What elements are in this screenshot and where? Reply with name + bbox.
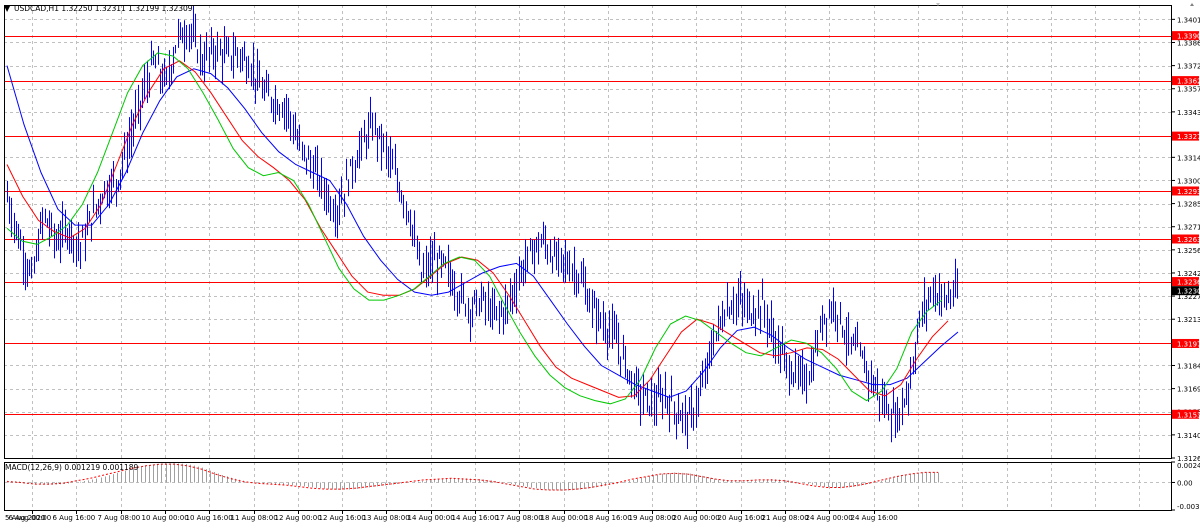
time-tick-label: 7 Aug 08:00 xyxy=(98,514,141,522)
price-tick-label: 1.32855 xyxy=(1177,201,1200,209)
time-tick-label: 17 Aug 08:00 xyxy=(496,514,543,522)
price-tick-label: 1.34010 xyxy=(1177,16,1200,24)
level-price-tag-label: 1.31978 xyxy=(1177,340,1200,348)
time-tick-label: 21 Aug 08:00 xyxy=(762,514,809,522)
time-tick-label: 20 Aug 00:00 xyxy=(673,514,720,522)
price-tick-label: 1.33430 xyxy=(1177,109,1200,117)
price-tick-label: 1.31405 xyxy=(1177,432,1200,440)
time-tick-label: 10 Aug 00:00 xyxy=(142,514,189,522)
time-tick-label: 19 Aug 08:00 xyxy=(629,514,676,522)
time-tick-label: 14 Aug 16:00 xyxy=(452,514,499,522)
chart-background xyxy=(0,0,1200,525)
level-price-tag-label: 1.33908 xyxy=(1177,33,1200,41)
price-tick-label: 1.33720 xyxy=(1177,63,1200,71)
price-tick-label: 1.31840 xyxy=(1177,362,1200,370)
time-tick-label: 14 Aug 00:00 xyxy=(408,514,455,522)
time-tick-label: 12 Aug 16:00 xyxy=(319,514,366,522)
time-tick-label: 24 Aug 16:00 xyxy=(851,514,898,522)
macd-tick-label: -0.00330 xyxy=(1177,503,1200,511)
level-price-tag-label: 1.32934 xyxy=(1177,188,1200,196)
time-tick-label: 11 Aug 08:00 xyxy=(231,514,278,522)
price-tick-label: 1.32420 xyxy=(1177,270,1200,278)
level-price-tag-label: 1.32633 xyxy=(1177,236,1200,244)
current-price-tag-label: 1.32309 xyxy=(1177,288,1200,296)
price-tick-label: 1.32130 xyxy=(1177,316,1200,324)
time-tick-label: 24 Aug 00:00 xyxy=(806,514,853,522)
level-price-tag-label: 1.33626 xyxy=(1177,78,1200,86)
price-tick-label: 1.33000 xyxy=(1177,177,1200,185)
time-tick-label: 10 Aug 16:00 xyxy=(186,514,233,522)
time-tick-label: 18 Aug 00:00 xyxy=(541,514,588,522)
time-tick-label: 12 Aug 00:00 xyxy=(275,514,322,522)
chart-canvas[interactable]: 1.34010 1.33865 1.33720 1.33575 1.33430 1.331… xyxy=(0,0,1200,525)
time-tick-label: 20 Aug 16:00 xyxy=(718,514,765,522)
price-tick-label: 1.32710 xyxy=(1177,224,1200,232)
price-tick-label: 1.33865 xyxy=(1177,39,1200,47)
macd-tick-label: 0.00245 xyxy=(1177,462,1200,470)
macd-label: MACD(12,26,9) 0.001219 0.001189 xyxy=(5,463,139,472)
time-tick-label: 6 Aug 16:00 xyxy=(53,514,96,522)
trading-chart[interactable]: 1.34010 1.33865 1.33720 1.33575 1.33430 1.331… xyxy=(0,0,1200,525)
time-tick-label: 13 Aug 08:00 xyxy=(363,514,410,522)
header-arrow-icon[interactable]: ▼ xyxy=(4,4,11,13)
time-tick-label: 18 Aug 16:00 xyxy=(585,514,632,522)
price-tick-label: 1.31695 xyxy=(1177,386,1200,394)
level-price-tag-label: 1.33278 xyxy=(1177,133,1200,141)
macd-tick-label: 0.00 xyxy=(1177,479,1193,487)
price-tick-label: 1.33575 xyxy=(1177,86,1200,94)
price-tick-label: 1.33145 xyxy=(1177,154,1200,162)
level-price-tag-label: 1.31534 xyxy=(1177,411,1200,419)
level-price-tag-label: 1.32366 xyxy=(1177,279,1200,287)
price-tick-label: 1.32565 xyxy=(1177,247,1200,255)
time-tick-label: 6 Aug 00:00 xyxy=(9,514,52,522)
symbol-header: USDCAD,H1 1.32250 1.32311 1.32199 1.3230… xyxy=(14,4,193,13)
